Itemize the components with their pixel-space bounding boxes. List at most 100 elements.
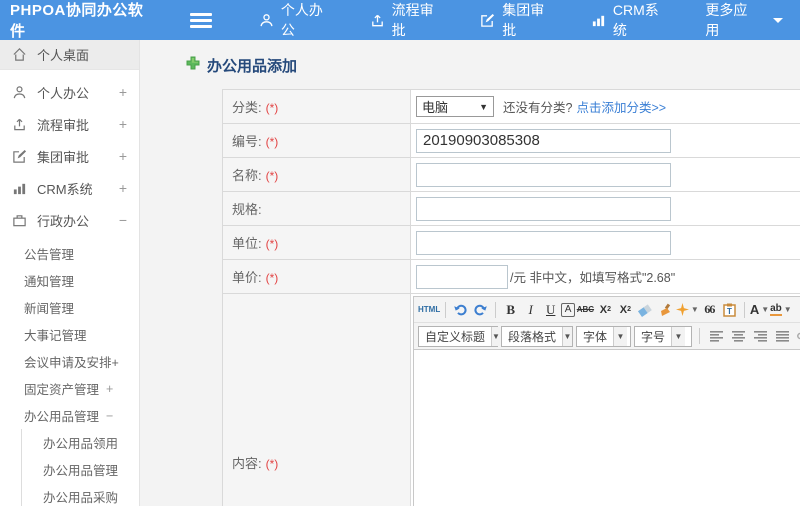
superscript-button[interactable]: X2 [596,300,615,320]
nav-workflow-approval[interactable]: 流程审批 [353,0,464,40]
sidebar-item-news-mgmt[interactable]: 新闻管理 [0,294,139,321]
format-brush-button[interactable] [656,300,675,320]
underline-button[interactable]: U [541,300,560,320]
dropdown-caret-icon: ▼ [761,305,770,314]
spec-input[interactable] [416,196,671,221]
editor-canvas[interactable] [414,350,800,506]
sidebar-item-meeting-request[interactable]: 会议申请及安排+ [0,348,139,375]
sidebar-item-supplies-purchase[interactable]: 办公用品采购 [22,483,139,506]
sup-base: X [599,303,608,316]
add-category-link[interactable]: 点击添加分类>> [576,97,666,116]
sub-item-label: 会议申请及安排+ [24,356,119,370]
code-input[interactable] [416,128,671,153]
select-label: 段落格式 [508,329,557,344]
collapse-minus-icon[interactable]: − [106,409,113,423]
align-left-button[interactable] [707,326,726,346]
auto-typeset-button[interactable]: ▼ [675,300,699,320]
font-color-button[interactable]: A ▼ [750,300,769,320]
dropdown-caret-icon: ▼ [491,326,500,346]
custom-heading-select[interactable]: 自定义标题 ▼ [418,325,500,347]
sidebar-item-notice-mgmt[interactable]: 通知管理 [0,267,139,294]
price-input[interactable] [416,264,508,289]
expand-plus-icon[interactable]: + [119,116,127,132]
highlight-color-button[interactable]: ab ▼ [770,300,792,320]
toolbar-separator [495,301,497,318]
sidebar-item-label: CRM系统 [37,181,93,197]
eraser-button[interactable] [636,300,655,320]
editor-toolbar-row2: 自定义标题 ▼ 段落格式 ▼ 字体 ▼ 字号 ▼ [414,323,800,350]
align-justify-button[interactable] [773,326,792,346]
nav-item-label: 集团审批 [502,2,545,38]
page-title: 办公用品添加 [186,55,800,76]
sidebar-item-group-approval[interactable]: 集团审批 + [0,140,139,172]
undo-button[interactable] [451,300,470,320]
nav-item-label: 个人办公 [280,2,323,38]
paragraph-format-select[interactable]: 段落格式 ▼ [501,325,573,347]
top-navbar: PHPOA协同办公软件 个人办公 流程审批 集团审批 CRM系统 更多应用 [0,0,800,40]
nav-item-label: 流程审批 [391,2,434,38]
chart-icon [12,181,28,196]
briefcase-icon [12,213,28,228]
unit-input[interactable] [416,230,671,255]
nav-crm-system[interactable]: CRM系统 [574,0,688,40]
align-right-button[interactable] [751,326,770,346]
sidebar-item-label: 个人办公 [37,85,90,101]
expand-plus-icon[interactable]: + [119,148,127,164]
user-icon [259,13,274,28]
italic-button[interactable]: I [521,300,540,320]
sidebar-item-announcement-mgmt[interactable]: 公告管理 [0,240,139,267]
expand-plus-icon[interactable]: + [106,382,113,396]
html-source-button[interactable]: HTML [418,300,440,320]
nav-group-approval[interactable]: 集团审批 [463,0,574,40]
link-button[interactable] [795,326,800,346]
sidebar-item-admin-office[interactable]: 行政办公 − [0,204,139,236]
sidebar-item-personal-office[interactable]: 个人办公 + [0,76,139,108]
select-label: 字号 [640,329,665,344]
highlight-label: ab [770,303,782,316]
nav-item-label: CRM系统 [612,2,659,38]
dropdown-caret-icon: ▼ [670,326,685,346]
nav-more-apps[interactable]: 更多应用 [688,0,800,40]
category-select[interactable]: 电脑 ▼ [416,96,494,117]
sidebar-item-supplies-receive[interactable]: 办公用品领用 [22,429,139,456]
font-border-button[interactable]: A [561,302,575,317]
font-family-select[interactable]: 字体 ▼ [576,325,631,347]
sidebar-item-desktop[interactable]: 个人桌面 [0,40,139,70]
sub-item-label: 公告管理 [24,248,75,262]
supplies-add-form: 分类: (*) 电脑 ▼ 还没有分类? 点击添加分类>> 编号: (*) 201… [222,89,800,506]
svg-text:T: T [727,307,732,316]
bold-button[interactable]: B [501,300,520,320]
font-size-select[interactable]: 字号 ▼ [633,325,693,347]
app-logo[interactable]: PHPOA协同办公软件 [0,0,158,41]
toolbar-separator [743,301,745,318]
sidebar-item-label: 流程审批 [37,117,90,133]
form-row-code: 编号: (*) [222,123,800,158]
sidebar-item-office-supplies-mgmt[interactable]: 办公用品管理 − [0,402,139,429]
hamburger-icon[interactable] [190,12,212,28]
field-label: 名称: [232,168,262,183]
sidebar-item-supplies-manage[interactable]: 办公用品管理 [22,456,139,483]
required-mark: (*) [265,237,279,251]
name-input[interactable] [416,162,671,187]
office-supplies-submenu: 办公用品领用 办公用品管理 办公用品采购 [21,429,139,506]
expand-plus-icon[interactable]: + [119,84,127,100]
expand-plus-icon[interactable]: + [119,180,127,196]
nav-personal-office[interactable]: 个人办公 [242,0,353,40]
sidebar-item-fixed-assets-mgmt[interactable]: 固定资产管理 + [0,375,139,402]
sub-item-label: 办公用品管理 [24,410,100,424]
subscript-button[interactable]: X2 [616,300,635,320]
align-center-button[interactable] [729,326,748,346]
form-row-category: 分类: (*) 电脑 ▼ 还没有分类? 点击添加分类>> [222,89,800,124]
sub-item-label: 办公用品采购 [43,491,119,505]
sidebar-item-crm-system[interactable]: CRM系统 + [0,172,139,204]
collapse-minus-icon[interactable]: − [119,212,127,228]
home-icon [12,47,28,62]
strikethrough-button[interactable]: ABC [576,300,595,320]
redo-button[interactable] [471,300,490,320]
blockquote-button[interactable]: 66 [700,300,719,320]
paste-text-button[interactable]: T [720,300,739,320]
sidebar-item-workflow-approval[interactable]: 流程审批 + [0,108,139,140]
font-color-label: A [749,302,760,317]
editor-toolbar-row1: HTML B I U A ABC X2 X 2 ▼ 66 T A ▼ ab ▼ [414,297,800,323]
sidebar-item-events-mgmt[interactable]: 大事记管理 [0,321,139,348]
